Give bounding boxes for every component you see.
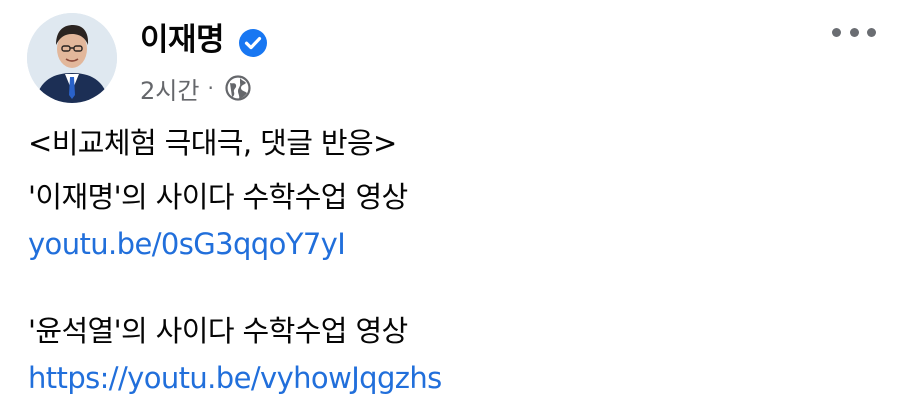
more-dot <box>832 27 841 37</box>
more-options-button[interactable] <box>832 20 876 44</box>
verified-badge-icon <box>239 29 267 57</box>
author-avatar[interactable] <box>27 13 117 103</box>
facebook-post: 이재명 2시간 · <비교체험 극대극, 댓글 반응> '이재명'의 사이다 수… <box>0 0 900 406</box>
post-meta: 2시간 · <box>140 70 252 106</box>
person-photo-icon <box>27 13 117 103</box>
post-link[interactable]: youtu.be/0sG3qqoY7yI <box>28 222 346 266</box>
post-timestamp[interactable]: 2시간 <box>140 71 199 106</box>
post-text-line: '윤석열'의 사이다 수학수업 영상 <box>28 314 408 348</box>
author-name[interactable]: 이재명 <box>140 20 225 60</box>
more-dot <box>849 27 859 37</box>
globe-icon[interactable] <box>224 74 252 102</box>
more-dot <box>867 27 876 37</box>
post-text-line: '이재명'의 사이다 수학수업 영상 <box>28 180 408 214</box>
post-text-line: <비교체험 극대극, 댓글 반응> <box>28 126 397 160</box>
meta-separator: · <box>207 76 214 100</box>
post-link[interactable]: https://youtu.be/vyhowJqgzhs <box>28 356 442 400</box>
